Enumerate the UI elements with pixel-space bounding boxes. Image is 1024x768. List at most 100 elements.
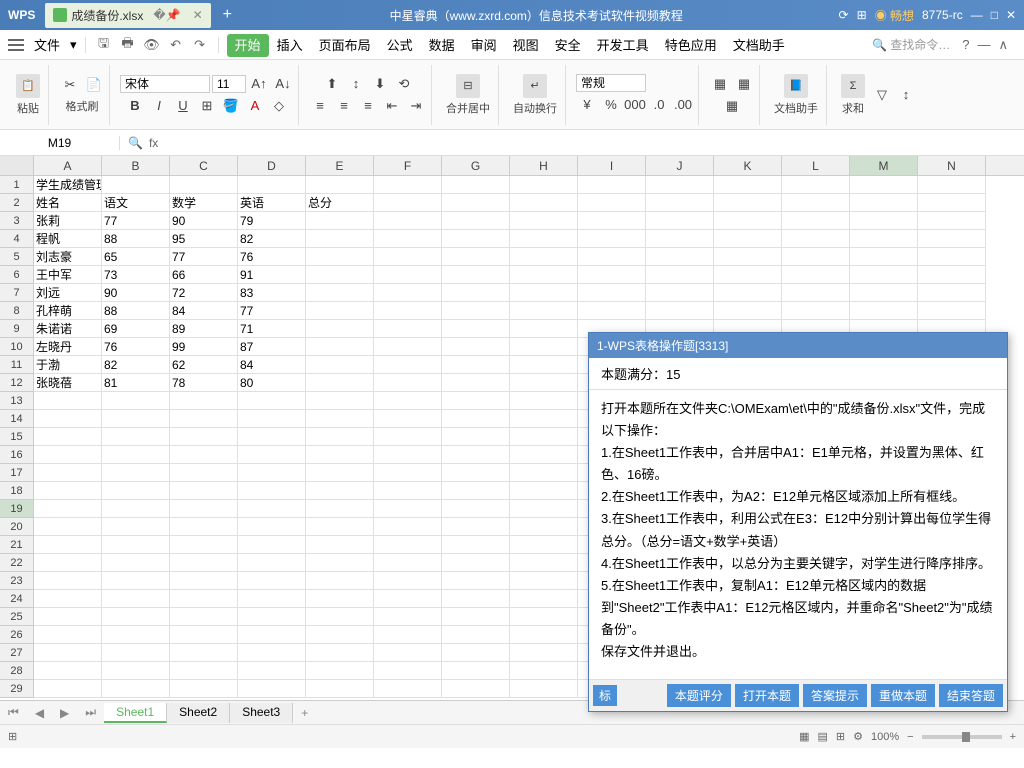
cell-K4[interactable] xyxy=(714,230,782,248)
cell-C23[interactable] xyxy=(170,572,238,590)
cell-A21[interactable] xyxy=(34,536,102,554)
cell-B6[interactable]: 73 xyxy=(102,266,170,284)
font-name-select[interactable] xyxy=(120,75,210,93)
cell-A10[interactable]: 左晓丹 xyxy=(34,338,102,356)
cell-G18[interactable] xyxy=(442,482,510,500)
cell-N7[interactable] xyxy=(918,284,986,302)
cell-G19[interactable] xyxy=(442,500,510,518)
cell-G14[interactable] xyxy=(442,410,510,428)
cell-I8[interactable] xyxy=(578,302,646,320)
undo-icon[interactable]: ↶ xyxy=(166,35,186,55)
cell-A11[interactable]: 于渤 xyxy=(34,356,102,374)
cell-A12[interactable]: 张晓蓓 xyxy=(34,374,102,392)
select-all-corner[interactable] xyxy=(0,156,34,175)
col-header-D[interactable]: D xyxy=(238,156,306,175)
row-header-14[interactable]: 14 xyxy=(0,410,34,428)
cell-G2[interactable] xyxy=(442,194,510,212)
zoom-in-button[interactable]: + xyxy=(1010,731,1016,743)
cell-G28[interactable] xyxy=(442,662,510,680)
cell-D25[interactable] xyxy=(238,608,306,626)
cell-F23[interactable] xyxy=(374,572,442,590)
cell-N1[interactable] xyxy=(918,176,986,194)
row-header-18[interactable]: 18 xyxy=(0,482,34,500)
row-header-2[interactable]: 2 xyxy=(0,194,34,212)
cell-B24[interactable] xyxy=(102,590,170,608)
row-header-11[interactable]: 11 xyxy=(0,356,34,374)
cell-F20[interactable] xyxy=(374,518,442,536)
cell-L3[interactable] xyxy=(782,212,850,230)
merge-center-button[interactable]: ⊟合并居中 xyxy=(442,72,494,118)
cell-B20[interactable] xyxy=(102,518,170,536)
cell-D19[interactable] xyxy=(238,500,306,518)
cell-A7[interactable]: 刘远 xyxy=(34,284,102,302)
row-header-25[interactable]: 25 xyxy=(0,608,34,626)
cell-E1[interactable] xyxy=(306,176,374,194)
bold-button[interactable]: B xyxy=(124,95,146,117)
cell-B26[interactable] xyxy=(102,626,170,644)
cell-M2[interactable] xyxy=(850,194,918,212)
name-box[interactable]: M19 xyxy=(0,136,120,150)
add-tab-button[interactable]: + xyxy=(213,6,242,24)
cell-M1[interactable] xyxy=(850,176,918,194)
cell-G6[interactable] xyxy=(442,266,510,284)
ribbon-tab-5[interactable]: 审阅 xyxy=(463,34,505,57)
cell-A19[interactable] xyxy=(34,500,102,518)
zoom-level[interactable]: 100% xyxy=(871,731,899,743)
cell-G20[interactable] xyxy=(442,518,510,536)
cell-E28[interactable] xyxy=(306,662,374,680)
cell-D24[interactable] xyxy=(238,590,306,608)
cell-F5[interactable] xyxy=(374,248,442,266)
cell-A1[interactable]: 学生成绩管理 xyxy=(34,176,102,194)
cell-C22[interactable] xyxy=(170,554,238,572)
cell-H11[interactable] xyxy=(510,356,578,374)
align-top-icon[interactable]: ⬆ xyxy=(321,73,343,95)
cell-B23[interactable] xyxy=(102,572,170,590)
cell-D12[interactable]: 80 xyxy=(238,374,306,392)
cell-H22[interactable] xyxy=(510,554,578,572)
hamburger-icon[interactable] xyxy=(8,39,24,51)
cell-D10[interactable]: 87 xyxy=(238,338,306,356)
indent-decrease-icon[interactable]: ⇤ xyxy=(381,95,403,117)
cell-B29[interactable] xyxy=(102,680,170,698)
cell-B21[interactable] xyxy=(102,536,170,554)
cell-D14[interactable] xyxy=(238,410,306,428)
cell-C24[interactable] xyxy=(170,590,238,608)
cell-H16[interactable] xyxy=(510,446,578,464)
cell-D4[interactable]: 82 xyxy=(238,230,306,248)
col-header-C[interactable]: C xyxy=(170,156,238,175)
row-header-29[interactable]: 29 xyxy=(0,680,34,698)
close-window-icon[interactable]: ✕ xyxy=(1006,8,1016,22)
cell-A5[interactable]: 刘志豪 xyxy=(34,248,102,266)
cell-E10[interactable] xyxy=(306,338,374,356)
row-header-26[interactable]: 26 xyxy=(0,626,34,644)
cell-C17[interactable] xyxy=(170,464,238,482)
cell-E20[interactable] xyxy=(306,518,374,536)
ribbon-tab-3[interactable]: 公式 xyxy=(379,34,421,57)
cell-F28[interactable] xyxy=(374,662,442,680)
cell-H15[interactable] xyxy=(510,428,578,446)
cell-D22[interactable] xyxy=(238,554,306,572)
cell-styles-icon[interactable]: ▦ xyxy=(709,73,731,95)
cell-F19[interactable] xyxy=(374,500,442,518)
cell-H25[interactable] xyxy=(510,608,578,626)
cell-G13[interactable] xyxy=(442,392,510,410)
cell-A26[interactable] xyxy=(34,626,102,644)
ribbon-tab-7[interactable]: 安全 xyxy=(547,34,589,57)
cell-A8[interactable]: 孔梓萌 xyxy=(34,302,102,320)
cell-J2[interactable] xyxy=(646,194,714,212)
cell-F27[interactable] xyxy=(374,644,442,662)
col-header-N[interactable]: N xyxy=(918,156,986,175)
cell-G7[interactable] xyxy=(442,284,510,302)
cell-J4[interactable] xyxy=(646,230,714,248)
cell-E4[interactable] xyxy=(306,230,374,248)
increase-decimal-icon[interactable]: .00 xyxy=(672,94,694,116)
border-button[interactable]: ⊞ xyxy=(196,95,218,117)
cell-E12[interactable] xyxy=(306,374,374,392)
cell-A3[interactable]: 张莉 xyxy=(34,212,102,230)
cell-L7[interactable] xyxy=(782,284,850,302)
row-header-15[interactable]: 15 xyxy=(0,428,34,446)
add-sheet-button[interactable]: + xyxy=(293,706,316,720)
cell-B16[interactable] xyxy=(102,446,170,464)
cell-D23[interactable] xyxy=(238,572,306,590)
row-header-5[interactable]: 5 xyxy=(0,248,34,266)
